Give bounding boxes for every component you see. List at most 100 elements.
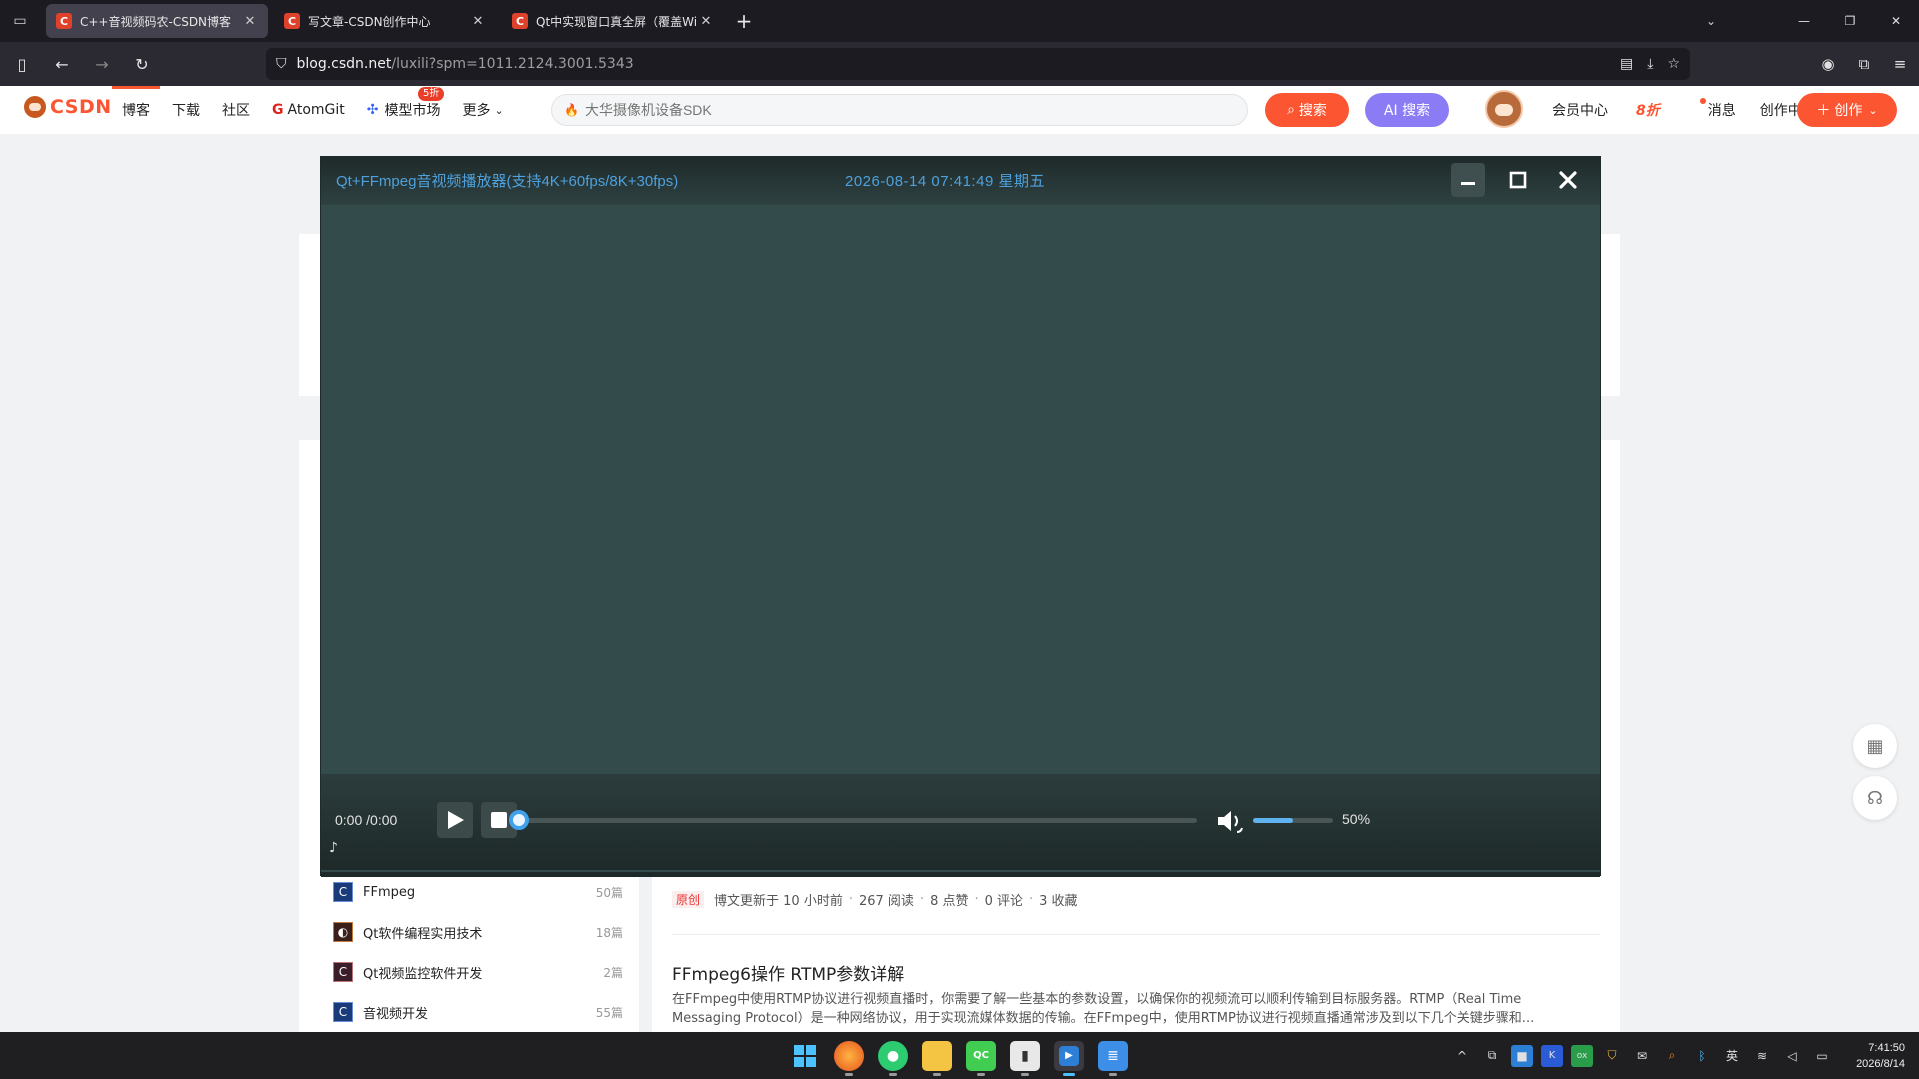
menu-icon[interactable]: ≡	[1887, 51, 1913, 77]
vip-center-link[interactable]: 会员中心 8折	[1552, 100, 1684, 120]
close-button[interactable]	[1551, 163, 1585, 197]
windows-start-icon[interactable]	[790, 1041, 820, 1071]
volume-level	[1253, 818, 1293, 823]
account-icon[interactable]: ◉	[1815, 51, 1841, 77]
csdn-logo[interactable]: CSDN	[24, 96, 112, 118]
nav-download[interactable]: 下载	[172, 100, 200, 120]
running-indicator	[1063, 1072, 1075, 1076]
minimize-button[interactable]	[1451, 163, 1485, 197]
ime-indicator[interactable]: 英	[1721, 1045, 1743, 1067]
separator: ·	[919, 892, 925, 907]
search-button[interactable]: ⌕ 搜索	[1265, 93, 1349, 127]
create-button[interactable]: ＋创作 ⌄	[1797, 93, 1897, 127]
list-item[interactable]: C 音视频开发 55篇	[333, 1000, 623, 1024]
nav-model-market[interactable]: ✣ 模型市场	[367, 100, 441, 120]
notes-app-icon[interactable]: ▮	[1010, 1040, 1040, 1076]
search-button-label: 搜索	[1298, 103, 1327, 119]
play-button[interactable]	[437, 802, 473, 838]
tray-shield-icon[interactable]: ⛉	[1601, 1045, 1623, 1067]
nav-community[interactable]: 社区	[222, 100, 250, 120]
close-icon[interactable]: ✕	[1873, 0, 1919, 42]
tray-search-icon[interactable]: ⌕	[1661, 1045, 1683, 1067]
back-arrow-icon[interactable]: ←	[44, 46, 80, 82]
qrcode-icon[interactable]: ▦	[1853, 724, 1897, 768]
avatar[interactable]	[1485, 90, 1523, 128]
messages-link[interactable]: 消息	[1708, 100, 1736, 120]
customer-service-icon[interactable]: ☊	[1853, 776, 1897, 820]
battery-icon[interactable]: ▭	[1811, 1045, 1833, 1067]
tray-k-icon[interactable]: K	[1541, 1044, 1563, 1067]
file-explorer-icon[interactable]	[922, 1040, 952, 1076]
article-description[interactable]: 在FFmpeg中使用RTMP协议进行视频直播时，你需要了解一些基本的参数设置，以…	[672, 990, 1592, 1028]
volume-button[interactable]	[1215, 806, 1245, 836]
search-input[interactable]	[584, 102, 1185, 118]
tab-csdn-write[interactable]: C 写文章-CSDN创作中心 ✕	[274, 4, 496, 38]
restore-icon[interactable]: ❐	[1827, 0, 1873, 42]
category-count: 2篇	[603, 965, 623, 980]
player-clock: 2026-08-14 07:41:49 星期五	[845, 173, 1045, 190]
tray-app-icon[interactable]: ■	[1511, 1044, 1533, 1067]
chevron-up-icon[interactable]: ^	[1451, 1045, 1473, 1067]
star-icon[interactable]: ☆	[1667, 56, 1680, 72]
copy-icon[interactable]: ⧉	[1481, 1045, 1503, 1067]
article-title[interactable]: FFmpeg6操作 RTMP参数详解	[672, 960, 904, 985]
category-name: 音视频开发	[363, 1006, 429, 1022]
discount-badge: 5折	[418, 87, 445, 101]
shield-icon[interactable]: ⛉	[276, 56, 287, 72]
article-meta: 原创 博文更新于 10 小时前 · 267 阅读 · 8 点赞 · 0 评论 ·…	[672, 890, 1078, 909]
speaker-icon[interactable]: ◁	[1781, 1045, 1803, 1067]
tab-close-icon[interactable]: ✕	[470, 14, 486, 29]
tab-overview-icon[interactable]: ▭	[0, 0, 40, 42]
new-tab-button[interactable]: +	[728, 5, 760, 37]
minimize-icon[interactable]: —	[1781, 0, 1827, 42]
tray-mail-icon[interactable]: ✉	[1631, 1045, 1653, 1067]
logo-text: CSDN	[50, 96, 112, 118]
chevron-down-icon[interactable]: ⌄	[1691, 0, 1731, 42]
search-icon: ⌕	[1287, 102, 1295, 118]
seek-bar[interactable]	[517, 818, 1197, 823]
running-indicator	[1021, 1072, 1029, 1076]
url-text[interactable]: blog.csdn.net/luxili?spm=1011.2124.3001.…	[297, 56, 634, 72]
video-player-window: Qt+FFmpeg音视频播放器(支持4K+60fps/8K+30fps) 202…	[320, 156, 1601, 877]
sidebar-toggle-icon[interactable]: ▯	[4, 46, 40, 82]
list-item[interactable]: C Qt视频监控软件开发 2篇	[333, 960, 623, 984]
wechat-icon[interactable]: ●	[878, 1040, 908, 1076]
music-note-icon[interactable]: ♪	[329, 840, 338, 856]
video-player-app-icon[interactable]: ▶	[1054, 1040, 1084, 1076]
qt-creator-icon[interactable]: QC	[966, 1040, 996, 1076]
taskbar-apps: ● QC ▮ ▶ ≣	[790, 1032, 1128, 1079]
nav-more[interactable]: 更多 ⌄	[463, 100, 504, 120]
browser-nav-bar: ▯ ← → ↻ ⛉ blog.csdn.net/luxili?spm=1011.…	[0, 42, 1919, 86]
reader-view-icon[interactable]: ▤	[1620, 56, 1633, 72]
article-list: 原创 博文更新于 10 小时前 · 267 阅读 · 8 点赞 · 0 评论 ·…	[652, 860, 1620, 1032]
message-dot	[1700, 98, 1706, 104]
tab-close-icon[interactable]: ✕	[698, 14, 714, 29]
nav-atomgit[interactable]: G AtomGit	[272, 102, 345, 118]
firefox-icon[interactable]	[834, 1040, 864, 1076]
video-display[interactable]	[321, 205, 1600, 783]
seek-handle[interactable]	[509, 810, 529, 830]
reload-icon[interactable]: ↻	[124, 46, 160, 82]
list-item[interactable]: ◐ Qt软件编程实用技术 18篇	[333, 920, 623, 944]
tray-green-icon[interactable]: ox	[1571, 1044, 1593, 1067]
ai-search-button[interactable]: AI 搜索	[1365, 93, 1449, 127]
system-clock[interactable]: 7:41:50 2026/8/14	[1837, 1040, 1919, 1072]
forward-arrow-icon[interactable]: →	[84, 46, 120, 82]
category-icon: C	[333, 1002, 353, 1022]
volume-slider[interactable]	[1253, 818, 1333, 823]
tab-csdn-blog[interactable]: C C++音视频码农-CSDN博客 ✕	[46, 4, 268, 38]
nav-blog[interactable]: 博客	[122, 100, 150, 120]
bluetooth-icon[interactable]: ᛒ	[1691, 1045, 1713, 1067]
notepad-icon[interactable]: ≣	[1098, 1040, 1128, 1076]
tab-close-icon[interactable]: ✕	[242, 14, 258, 29]
browser-tab-bar: ▭ C C++音视频码农-CSDN博客 ✕ C 写文章-CSDN创作中心 ✕ C…	[0, 0, 1919, 42]
list-item[interactable]: C FFmpeg 50篇	[333, 880, 623, 904]
tab-qt-fullscreen[interactable]: C Qt中实现窗口真全屏（覆盖Wir ✕	[502, 4, 724, 38]
player-titlebar[interactable]: Qt+FFmpeg音视频播放器(支持4K+60fps/8K+30fps) 202…	[321, 157, 1600, 205]
extensions-icon[interactable]: ⧉	[1851, 51, 1877, 77]
csdn-favicon-icon: C	[56, 13, 72, 29]
download-page-icon[interactable]: ⤓	[1647, 56, 1653, 72]
wifi-icon[interactable]: ≋	[1751, 1045, 1773, 1067]
address-bar[interactable]: ⛉ blog.csdn.net/luxili?spm=1011.2124.300…	[266, 48, 1690, 80]
maximize-button[interactable]	[1501, 163, 1535, 197]
